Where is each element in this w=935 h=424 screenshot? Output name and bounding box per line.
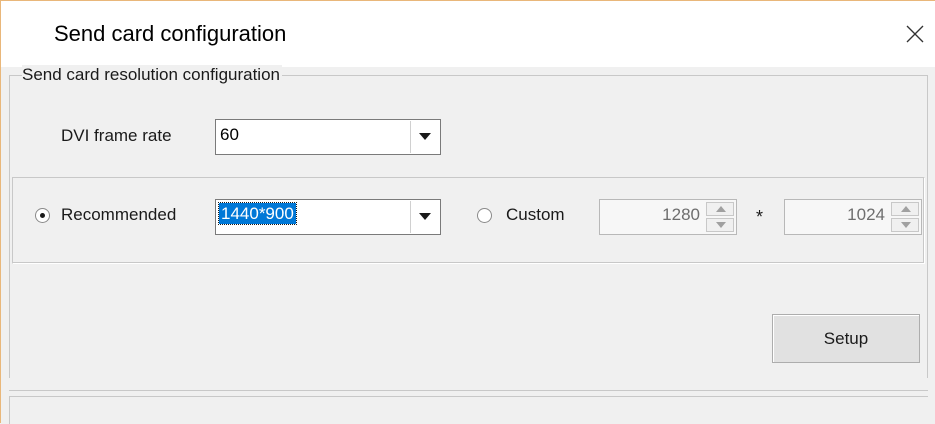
chevron-down-icon bbox=[419, 133, 431, 140]
custom-width-up-button[interactable] bbox=[706, 202, 734, 216]
custom-width-spin-buttons bbox=[706, 202, 734, 232]
resolution-group-title: Send card resolution configuration bbox=[22, 65, 282, 85]
spin-down-icon bbox=[716, 222, 726, 228]
custom-height-down-button[interactable] bbox=[891, 218, 919, 232]
recommended-label[interactable]: Recommended bbox=[61, 205, 176, 225]
close-button[interactable] bbox=[903, 22, 927, 46]
dvi-frame-rate-label: DVI frame rate bbox=[61, 126, 172, 145]
close-icon bbox=[906, 25, 924, 43]
footer-divider bbox=[9, 390, 928, 391]
custom-height-stepper[interactable]: 1024 bbox=[784, 199, 922, 235]
recommended-resolution-select[interactable]: 1440*900 bbox=[215, 199, 441, 235]
window-title: Send card configuration bbox=[54, 21, 287, 46]
custom-label[interactable]: Custom bbox=[506, 205, 565, 225]
custom-height-up-button[interactable] bbox=[891, 202, 919, 216]
custom-width-stepper[interactable]: 1280 bbox=[599, 199, 737, 235]
dvi-frame-rate-select[interactable]: 60 bbox=[215, 119, 441, 155]
dvi-frame-rate-dropdown-button[interactable] bbox=[410, 121, 439, 153]
recommended-resolution-value: 1440*900 bbox=[218, 202, 297, 225]
spin-up-icon bbox=[901, 206, 911, 212]
dvi-frame-rate-value: 60 bbox=[220, 125, 239, 144]
spin-down-icon bbox=[901, 222, 911, 228]
recommended-radio[interactable] bbox=[35, 208, 50, 223]
custom-height-value: 1024 bbox=[847, 205, 885, 224]
custom-radio[interactable] bbox=[477, 208, 492, 223]
spin-up-icon bbox=[716, 206, 726, 212]
resolution-separator: * bbox=[756, 207, 764, 227]
status-bar bbox=[9, 396, 928, 424]
title-bar: Send card configuration bbox=[1, 1, 935, 67]
chevron-down-icon bbox=[419, 213, 431, 220]
dialog-window: Send card configuration Send card resolu… bbox=[0, 0, 935, 424]
recommended-resolution-dropdown-button[interactable] bbox=[410, 201, 439, 233]
recommended-resolution-selected-text: 1440*900 bbox=[218, 202, 297, 225]
setup-button[interactable]: Setup bbox=[772, 314, 920, 363]
custom-width-down-button[interactable] bbox=[706, 218, 734, 232]
custom-height-spin-buttons bbox=[891, 202, 919, 232]
custom-width-value: 1280 bbox=[662, 205, 700, 224]
